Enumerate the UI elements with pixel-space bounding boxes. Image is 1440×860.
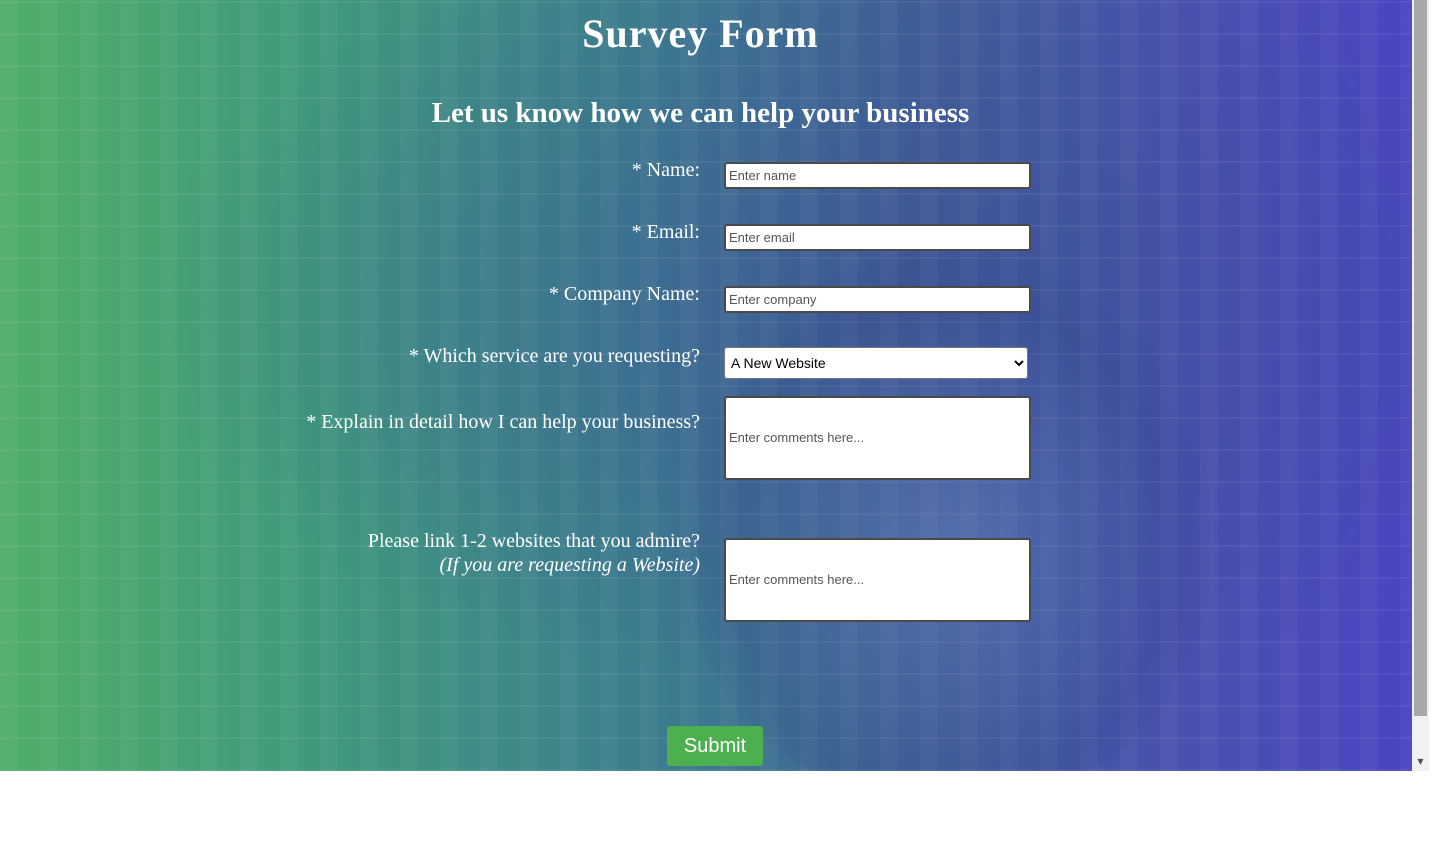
- company-label: * Company Name:: [548, 283, 700, 305]
- details-label: * Explain in detail how I can help your …: [306, 411, 700, 433]
- details-textarea[interactable]: [724, 396, 1031, 480]
- service-label: * Which service are you requesting?: [408, 345, 700, 367]
- scroll-down-arrow-icon[interactable]: ▼: [1412, 755, 1429, 769]
- websites-label-text: Please link 1-2 websites that you admire…: [367, 530, 700, 552]
- vertical-scrollbar[interactable]: ▼: [1412, 0, 1429, 771]
- websites-label: Please link 1-2 websites that you admire…: [368, 529, 700, 577]
- company-input[interactable]: [724, 286, 1031, 313]
- page-subtitle: Let us know how we can help your busines…: [431, 97, 970, 129]
- page-title: Survey Form: [582, 11, 819, 56]
- websites-sublabel: (If you are requesting a Website): [439, 554, 701, 576]
- email-input[interactable]: [724, 224, 1031, 251]
- background-portrait: [690, 250, 1210, 771]
- scrollbar-thumb[interactable]: [1414, 0, 1427, 716]
- submit-button[interactable]: Submit: [667, 726, 763, 766]
- name-input[interactable]: [724, 162, 1031, 189]
- email-label: * Email:: [631, 221, 700, 243]
- websites-textarea[interactable]: [724, 538, 1031, 622]
- name-label: * Name:: [631, 159, 700, 181]
- page-background: Survey Form Let us know how we can help …: [0, 0, 1412, 771]
- service-select[interactable]: A New Website: [724, 347, 1028, 379]
